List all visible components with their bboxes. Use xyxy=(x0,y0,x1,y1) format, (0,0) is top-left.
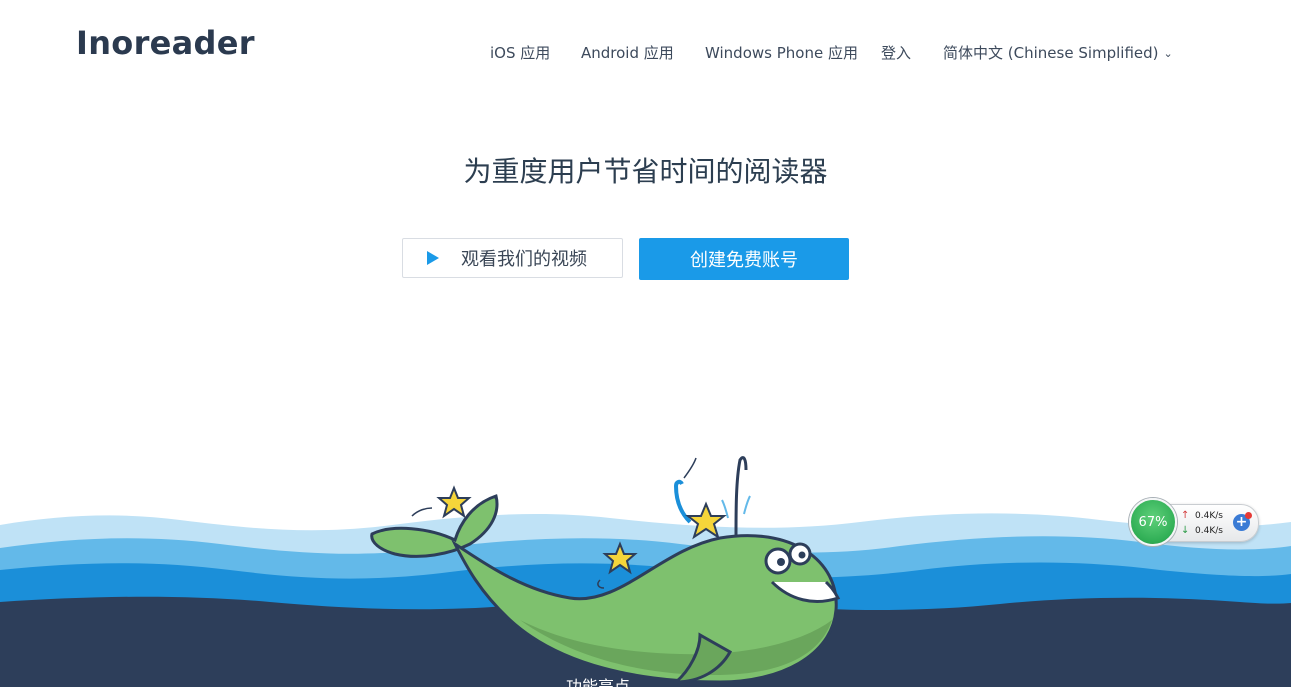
star-tail xyxy=(436,485,472,519)
notification-dot xyxy=(1245,512,1252,519)
download-speed: ↓ 0.4K/s xyxy=(1181,525,1223,536)
upload-speed-value: 0.4K/s xyxy=(1195,510,1223,521)
nav-ios-app[interactable]: iOS 应用 xyxy=(490,42,550,63)
arrow-up-icon: ↑ xyxy=(1181,510,1190,521)
network-monitor-widget[interactable]: 67% ↑ 0.4K/s ↓ 0.4K/s + xyxy=(1129,498,1259,548)
upload-speed: ↑ 0.4K/s xyxy=(1181,510,1223,521)
nav-windows-phone-app[interactable]: Windows Phone 应用 xyxy=(705,42,858,63)
whale-sea-illustration xyxy=(0,456,1291,687)
download-speed-value: 0.4K/s xyxy=(1195,525,1223,536)
chevron-down-icon: ⌄ xyxy=(1163,47,1173,60)
top-nav: iOS 应用 Android 应用 Windows Phone 应用 登入 简体… xyxy=(0,42,1291,62)
language-label: 简体中文 (Chinese Simplified) xyxy=(943,44,1159,62)
arrow-down-icon: ↓ xyxy=(1181,525,1190,536)
water-spout xyxy=(734,456,748,537)
hero-headline: 为重度用户节省时间的阅读器 xyxy=(463,155,828,188)
watch-video-button[interactable]: 观看我们的视频 xyxy=(402,238,623,278)
create-free-account-button[interactable]: 创建免费账号 xyxy=(639,238,849,280)
watch-video-label: 观看我们的视频 xyxy=(461,249,587,270)
nav-android-app[interactable]: Android 应用 xyxy=(581,42,674,63)
section-heading-partial: 功能亮点 xyxy=(566,677,631,687)
usage-gauge: 67% xyxy=(1129,498,1177,546)
play-icon xyxy=(427,251,439,265)
nav-login[interactable]: 登入 xyxy=(881,42,911,63)
language-selector[interactable]: 简体中文 (Chinese Simplified) ⌄ xyxy=(943,42,1173,63)
